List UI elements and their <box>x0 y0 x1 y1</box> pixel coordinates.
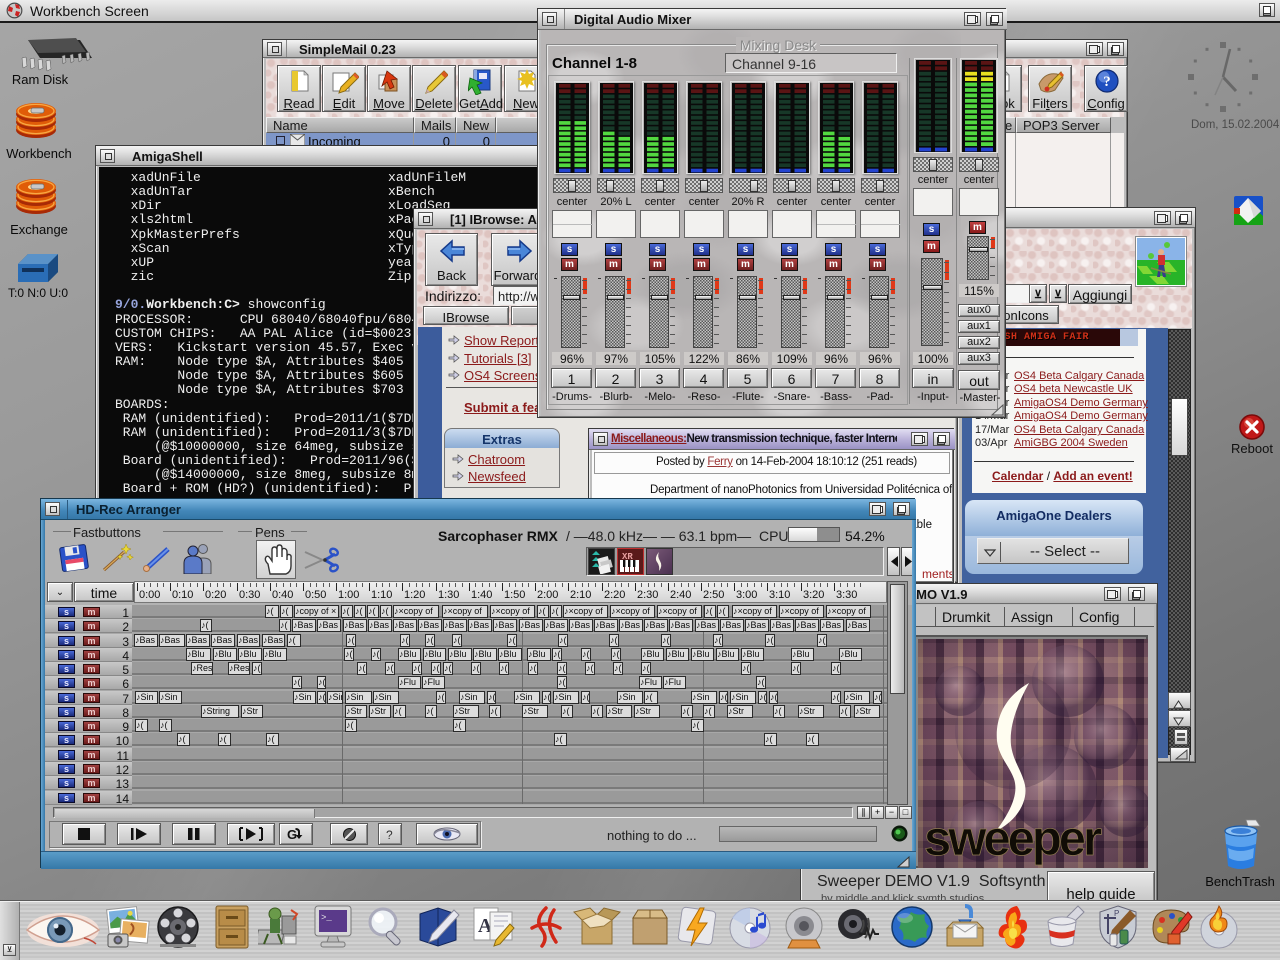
svg-text:sweeper: sweeper <box>924 812 1102 866</box>
svg-text:?: ? <box>1103 74 1111 90</box>
svg-text:?: ? <box>386 828 393 841</box>
svg-text:>_: >_ <box>321 913 332 923</box>
svg-text:P: P <box>1114 909 1119 918</box>
